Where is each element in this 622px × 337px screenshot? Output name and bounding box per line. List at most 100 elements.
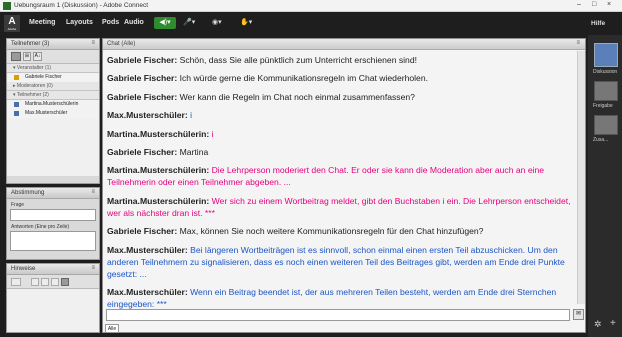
add-layout-icon[interactable]: + xyxy=(610,318,616,329)
layout-label: Zusa... xyxy=(593,137,609,143)
settings-icon[interactable]: ✲ xyxy=(594,319,602,330)
sort-icon[interactable]: A↓ xyxy=(33,52,42,61)
participant-row[interactable]: Max.Musterschüler xyxy=(7,109,99,118)
pod-menu-icon[interactable]: ≡ xyxy=(91,265,95,271)
pod-menu-icon[interactable]: ≡ xyxy=(91,40,95,46)
answers-label: Antworten (Eine pro Zeile) xyxy=(11,224,70,230)
group-hosts[interactable]: ▾ Veranstalter (1) xyxy=(7,64,99,73)
poll-pod: Abstimmung ≡ Frage Antworten (Eine pro Z… xyxy=(6,187,100,260)
chat-message-text: i xyxy=(187,110,193,121)
menu-pods[interactable]: Pods xyxy=(102,19,119,26)
layout-thumbnail[interactable] xyxy=(594,81,618,101)
italic-icon[interactable] xyxy=(41,278,49,286)
window-title: Uebungsraum 1 (Diskussion) - Adobe Conne… xyxy=(14,2,149,9)
send-icon: ✉ xyxy=(575,311,582,317)
font-size-dropdown[interactable] xyxy=(11,278,21,286)
chat-pod-header: Chat (Alle) ≡ xyxy=(103,39,585,50)
notes-pod: Hinweise ≡ xyxy=(6,263,100,333)
microphone-button[interactable]: 🎤▾ xyxy=(183,17,205,29)
group-participants[interactable]: ▾ Teilnehmer (2) xyxy=(7,91,99,100)
question-field[interactable] xyxy=(10,209,96,221)
notes-pod-header: Hinweise ≡ xyxy=(7,264,99,275)
answers-field[interactable] xyxy=(10,231,96,251)
adobe-connect-app-icon xyxy=(3,2,11,10)
chat-message-sender: Gabriele Fischer: xyxy=(107,91,178,102)
chat-message: Martina.Musterschülerin: Wer sich zu ein… xyxy=(107,195,577,219)
chat-message-sender: Martina.Musterschülerin: xyxy=(107,165,210,176)
pod-menu-icon[interactable]: ≡ xyxy=(91,189,95,195)
menu-bar: A Adobe Meeting Layouts Pods Audio ◀)▾ 🎤▾… xyxy=(0,12,622,35)
microphone-icon: 🎤▾ xyxy=(183,19,196,26)
participant-row[interactable]: Martina.Musterschülerin xyxy=(7,100,99,109)
chat-message: Gabriele Fischer: Ich würde gerne die Ko… xyxy=(107,72,577,84)
chat-tab-alle[interactable]: Alle xyxy=(105,324,119,333)
chat-message-sender: Martina.Musterschülerin: xyxy=(107,128,210,139)
layout-label: Freigabe xyxy=(593,103,613,109)
chat-scrollbar[interactable] xyxy=(577,51,585,304)
chat-message-sender: Gabriele Fischer: xyxy=(107,73,178,84)
chat-message-list: Gabriele Fischer: Schön, dass Sie alle p… xyxy=(107,54,577,316)
notes-text-area[interactable] xyxy=(7,289,99,332)
chat-message-text: Max, können Sie noch weitere Kommunikati… xyxy=(177,226,484,237)
chat-message-sender: Max.Musterschüler: xyxy=(107,286,188,297)
layout-thumbnail[interactable] xyxy=(594,115,618,135)
chat-pod-title: Chat (Alle) xyxy=(107,41,136,47)
chat-message: Gabriele Fischer: Schön, dass Sie alle p… xyxy=(107,54,577,66)
webcam-button[interactable]: ◉▾ xyxy=(212,17,234,29)
help-menu[interactable]: Hilfe xyxy=(591,20,605,27)
chat-message: Gabriele Fischer: Martina xyxy=(107,146,577,158)
group-presenters[interactable]: ▸ Moderatoren (0) xyxy=(7,82,99,91)
webcam-icon: ◉▾ xyxy=(212,19,222,26)
chat-message-text: i xyxy=(209,128,214,139)
notes-toolbar xyxy=(7,275,99,289)
participant-row[interactable]: Gabriele Fischer xyxy=(7,73,99,82)
participants-pod-header: Teilnehmer (3) ≡ xyxy=(7,39,99,50)
chat-message: Martina.Musterschülerin: i xyxy=(107,128,577,140)
poll-pod-title: Abstimmung xyxy=(11,190,45,196)
participants-pod-title: Teilnehmer (3) xyxy=(11,41,50,47)
participants-pod: Teilnehmer (3) ≡ ⊞ A↓ ▾ Veranstalter (1)… xyxy=(6,38,100,184)
chat-message-text: Wer kann die Regeln im Chat noch einmal … xyxy=(177,91,415,102)
layout-strip: Diskussion Freigabe Zusa... ✲ + xyxy=(588,35,622,337)
underline-icon[interactable] xyxy=(51,278,59,286)
chat-message: Gabriele Fischer: Wer kann die Regeln im… xyxy=(107,91,577,103)
chat-message-text: Martina xyxy=(177,146,209,157)
chat-message: Martina.Musterschülerin: Die Lehrperson … xyxy=(107,164,577,188)
chat-message: Max.Musterschüler: Bei längeren Wortbeit… xyxy=(107,244,577,280)
participant-icon xyxy=(14,111,19,116)
bold-icon[interactable] xyxy=(31,278,39,286)
chat-input[interactable] xyxy=(106,309,570,321)
layout-label: Diskussion xyxy=(593,69,618,75)
close-button[interactable]: × xyxy=(607,1,611,8)
host-icon xyxy=(14,75,19,80)
chat-message: Max.Musterschüler: i xyxy=(107,109,577,121)
chat-message-sender: Gabriele Fischer: xyxy=(107,146,178,157)
speaker-toggle-button[interactable]: ◀)▾ xyxy=(154,17,176,29)
send-button[interactable]: ✉ xyxy=(573,309,584,320)
minimize-button[interactable]: – xyxy=(577,1,581,8)
chat-message-sender: Gabriele Fischer: xyxy=(107,55,178,65)
participants-toolbar: ⊞ A↓ xyxy=(7,50,99,64)
menu-audio[interactable]: Audio xyxy=(124,19,144,26)
chat-message: Max.Musterschüler: Wenn ein Beitrag been… xyxy=(107,286,577,310)
list-view-icon[interactable] xyxy=(11,52,21,61)
status-button[interactable]: ✋▾ xyxy=(240,17,262,29)
chat-message: Gabriele Fischer: Max, können Sie noch w… xyxy=(107,225,577,237)
speaker-icon: ◀)▾ xyxy=(159,19,171,26)
chat-message-text: Ich würde gerne die Kommunikationsregeln… xyxy=(177,73,429,84)
chat-pod: Chat (Alle) ≡ Gabriele Fischer: Schön, d… xyxy=(102,38,586,333)
menu-meeting[interactable]: Meeting xyxy=(29,19,55,26)
chat-message-sender: Max.Musterschüler: xyxy=(107,110,188,121)
grid-view-icon[interactable]: ⊞ xyxy=(23,52,31,61)
chat-message-sender: Martina.Musterschülerin: xyxy=(107,195,210,206)
chat-message-sender: Max.Musterschüler: xyxy=(107,244,188,255)
raise-hand-icon: ✋▾ xyxy=(240,19,253,26)
menu-layouts[interactable]: Layouts xyxy=(66,19,93,26)
question-label: Frage xyxy=(11,202,25,208)
maximize-button[interactable]: □ xyxy=(592,1,596,8)
color-picker-icon[interactable] xyxy=(61,278,69,286)
pod-menu-icon[interactable]: ≡ xyxy=(576,40,580,46)
layout-thumbnail[interactable] xyxy=(594,43,618,67)
chat-message-sender: Gabriele Fischer: xyxy=(107,226,178,237)
notes-pod-title: Hinweise xyxy=(11,266,36,272)
